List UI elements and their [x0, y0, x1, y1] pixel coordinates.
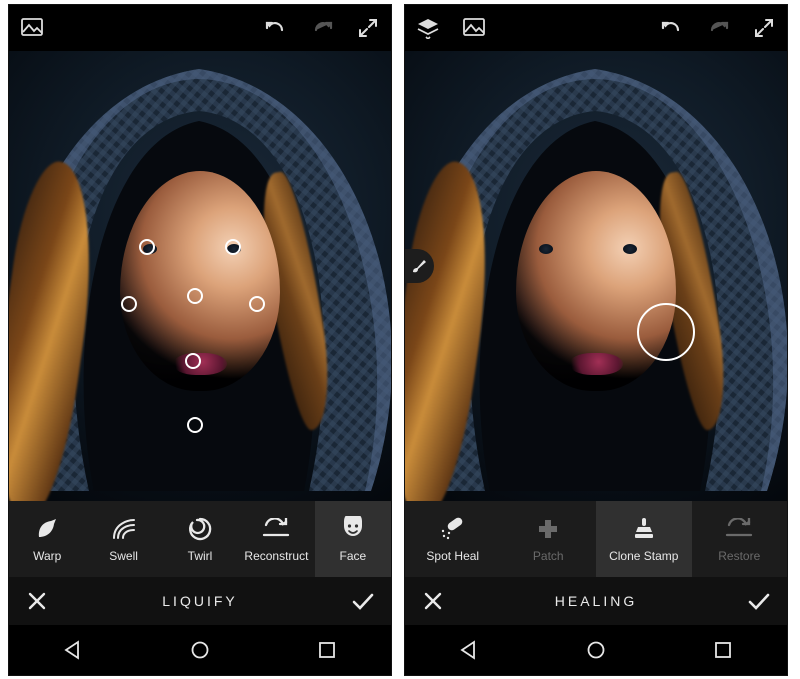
apply-button[interactable] — [335, 577, 391, 625]
image-picker-button[interactable] — [451, 5, 497, 51]
face-handle-cheek-left[interactable] — [121, 296, 137, 312]
cancel-button[interactable] — [9, 577, 65, 625]
tool-face[interactable]: Face — [315, 501, 391, 577]
image-picker-button[interactable] — [9, 5, 55, 51]
tool-twirl[interactable]: Twirl — [162, 501, 238, 577]
fullscreen-button[interactable] — [741, 5, 787, 51]
mode-title: LIQUIFY — [65, 593, 335, 609]
redo-button-disabled — [299, 5, 345, 51]
tool-row: Warp Swell Twirl Reconstruct — [9, 501, 391, 577]
face-handle-eye-left[interactable] — [139, 239, 155, 255]
tool-label: Warp — [33, 549, 61, 563]
face-handle-nose[interactable] — [187, 288, 203, 304]
face-handle-mouth[interactable] — [185, 353, 201, 369]
apply-button[interactable] — [731, 577, 787, 625]
brush-icon — [410, 257, 428, 275]
patch-icon — [536, 515, 560, 543]
tool-label: Reconstruct — [244, 549, 308, 563]
tool-label: Twirl — [188, 549, 213, 563]
cancel-button[interactable] — [405, 577, 461, 625]
twirl-icon — [187, 515, 213, 543]
clone-stamp-icon — [631, 515, 657, 543]
brush-cursor[interactable] — [637, 303, 695, 361]
tool-clone-stamp[interactable]: Clone Stamp — [596, 501, 692, 577]
tool-warp[interactable]: Warp — [9, 501, 85, 577]
phone-screen-liquify: Warp Swell Twirl Reconstruct — [8, 4, 392, 676]
tool-patch-disabled: Patch — [501, 501, 597, 577]
tool-label: Spot Heal — [426, 549, 479, 563]
top-toolbar — [405, 5, 787, 51]
warp-icon — [34, 515, 60, 543]
tool-label: Face — [339, 549, 366, 563]
undo-button[interactable] — [253, 5, 299, 51]
lips-illustration — [569, 353, 623, 375]
eye-illustration — [539, 244, 553, 254]
redo-button-disabled — [695, 5, 741, 51]
face-handle-eye-right[interactable] — [225, 239, 241, 255]
tool-label: Clone Stamp — [609, 549, 678, 563]
mode-title: HEALING — [461, 593, 731, 609]
tool-label: Restore — [718, 549, 760, 563]
photo-canvas[interactable] — [405, 51, 787, 501]
nav-home-button[interactable] — [566, 625, 626, 675]
reconstruct-icon — [261, 515, 291, 543]
tool-restore-disabled: Restore — [692, 501, 788, 577]
nav-back-button[interactable] — [43, 625, 103, 675]
android-navbar — [9, 625, 391, 675]
mode-bar: HEALING — [405, 577, 787, 625]
tool-row: Spot Heal Patch Clone Stamp Restore — [405, 501, 787, 577]
tool-label: Swell — [109, 549, 138, 563]
nav-back-button[interactable] — [439, 625, 499, 675]
spot-heal-icon — [439, 515, 467, 543]
restore-icon — [724, 515, 754, 543]
fullscreen-button[interactable] — [345, 5, 391, 51]
nav-home-button[interactable] — [170, 625, 230, 675]
tool-label: Patch — [533, 549, 564, 563]
layers-button[interactable] — [405, 5, 451, 51]
tool-spot-heal[interactable]: Spot Heal — [405, 501, 501, 577]
face-handle-cheek-right[interactable] — [249, 296, 265, 312]
tool-reconstruct[interactable]: Reconstruct — [238, 501, 314, 577]
undo-button[interactable] — [649, 5, 695, 51]
android-navbar — [405, 625, 787, 675]
face-handle-chin[interactable] — [187, 417, 203, 433]
photo-canvas[interactable] — [9, 51, 391, 501]
face-icon — [340, 515, 366, 543]
nav-recent-button[interactable] — [297, 625, 357, 675]
eye-illustration — [623, 244, 637, 254]
nav-recent-button[interactable] — [693, 625, 753, 675]
mode-bar: LIQUIFY — [9, 577, 391, 625]
phone-screen-healing: Spot Heal Patch Clone Stamp Restore — [404, 4, 788, 676]
top-toolbar — [9, 5, 391, 51]
tool-swell[interactable]: Swell — [85, 501, 161, 577]
swell-icon — [110, 515, 138, 543]
